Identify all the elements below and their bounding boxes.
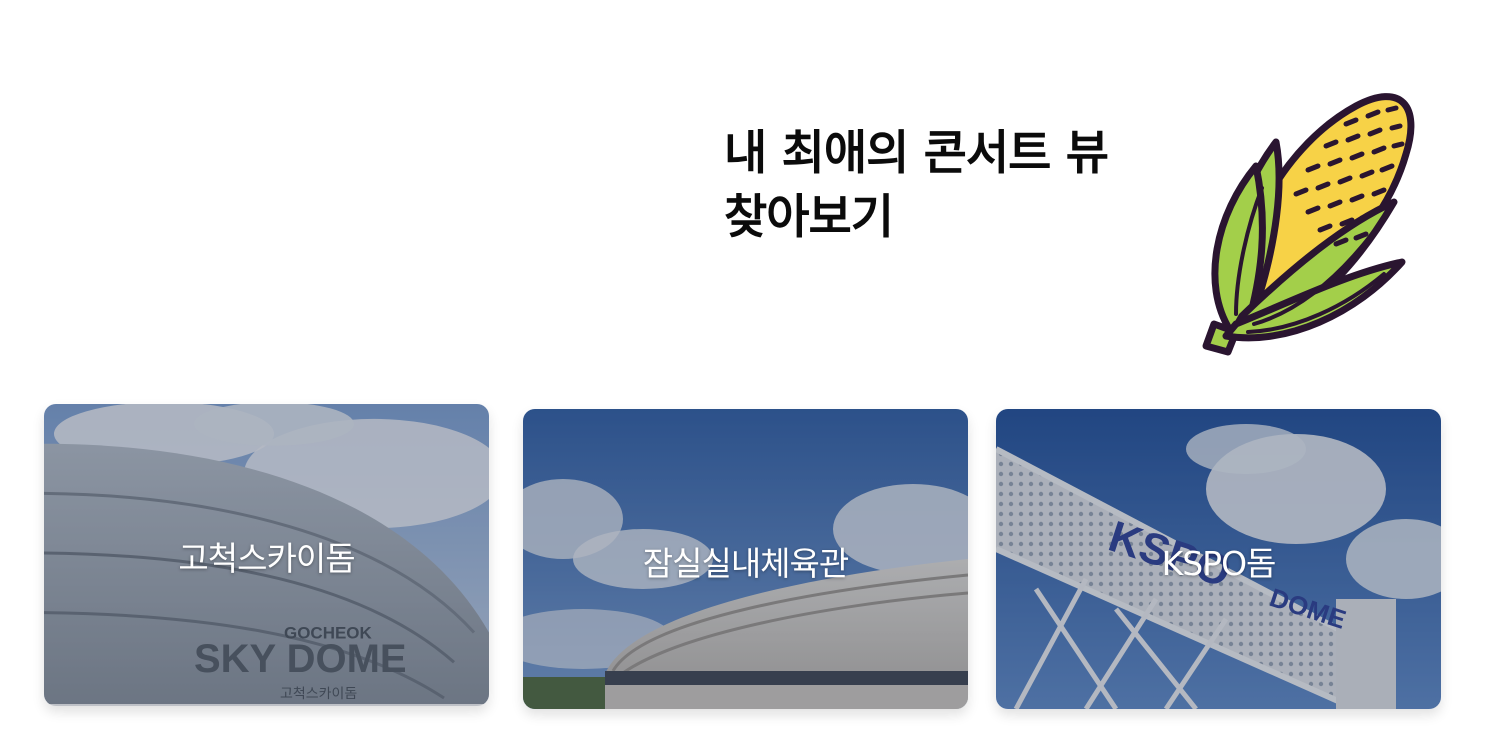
venue-card-gocheok-sky-dome[interactable]: GOCHEOK SKY DOME 고척스카이돔 고척스카이돔	[44, 404, 489, 706]
page-title-line-1: 내 최애의 콘서트 뷰	[724, 126, 1109, 181]
corn-icon	[1202, 93, 1415, 356]
page-title-line-2: 찾아보기	[724, 190, 894, 245]
venue-name: 고척스카이돔	[178, 539, 355, 578]
page-title: 내 최애의 콘서트 뷰 찾아보기	[724, 122, 1184, 250]
venue-card-kspo-dome[interactable]: KSPO DOME KSPO돔	[996, 409, 1441, 709]
venue-name: KSPO돔	[1161, 544, 1277, 583]
venue-select-page: 내 최애의 콘서트 뷰 찾아보기 GOCHEOK SKY DOME 고척스카이돔…	[0, 0, 1486, 755]
venue-name: 잠실실내체육관	[642, 544, 850, 583]
venue-card-jamsil-arena[interactable]: 잠실실내체육관	[523, 409, 968, 709]
